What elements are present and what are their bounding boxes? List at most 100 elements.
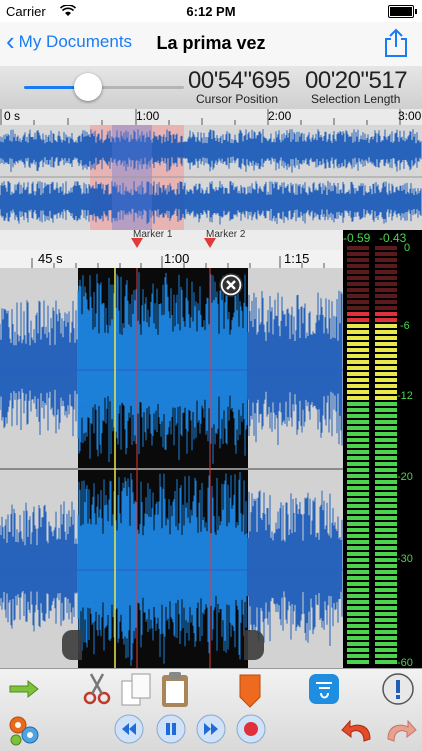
meter-segment bbox=[347, 396, 369, 400]
meter-segment bbox=[375, 642, 397, 646]
meter-segment bbox=[375, 624, 397, 628]
cursor-position-value: 00'54"695 bbox=[188, 67, 291, 94]
marker-2-flag-icon[interactable] bbox=[204, 238, 216, 248]
meter-segment bbox=[347, 306, 369, 310]
marker-strip: Marker 1 Marker 2 bbox=[0, 229, 343, 250]
main-tick-label: 1:00 bbox=[164, 251, 190, 266]
meter-segment bbox=[347, 450, 369, 454]
meter-segment bbox=[375, 372, 397, 376]
meter-segment bbox=[347, 594, 369, 598]
meter-segment bbox=[347, 426, 369, 430]
meter-segment bbox=[375, 264, 397, 268]
meter-segment bbox=[375, 468, 397, 472]
marker-1-flag-icon[interactable] bbox=[131, 238, 143, 248]
overview-tick-label: 3:00 bbox=[398, 109, 422, 123]
meter-segment bbox=[347, 480, 369, 484]
meter-segment bbox=[347, 468, 369, 472]
bottom-toolbar bbox=[0, 668, 422, 751]
meter-segment bbox=[375, 486, 397, 490]
meter-segment bbox=[347, 630, 369, 634]
meter-segment bbox=[347, 252, 369, 256]
fast-forward-icon[interactable] bbox=[196, 714, 226, 744]
overview-tick-label: 2:00 bbox=[268, 109, 292, 123]
meter-segment bbox=[375, 444, 397, 448]
meter-segment bbox=[375, 630, 397, 634]
meter-segment bbox=[375, 456, 397, 460]
settings-gears-icon[interactable] bbox=[6, 713, 42, 747]
pause-icon[interactable] bbox=[156, 714, 186, 744]
meter-segment bbox=[347, 510, 369, 514]
record-icon[interactable] bbox=[236, 714, 266, 744]
battery-icon bbox=[388, 5, 417, 18]
info-icon[interactable] bbox=[382, 673, 414, 705]
meter-segment bbox=[375, 474, 397, 478]
meter-segment bbox=[347, 576, 369, 580]
meter-segment bbox=[347, 444, 369, 448]
meter-segment bbox=[347, 258, 369, 262]
main-time-ruler: 45 s 1:00 1:15 bbox=[0, 250, 343, 269]
meter-segment bbox=[375, 504, 397, 508]
meter-segment bbox=[347, 522, 369, 526]
overview-waveform[interactable] bbox=[0, 125, 422, 230]
meter-segment bbox=[375, 384, 397, 388]
meter-segment bbox=[375, 570, 397, 574]
meter-segment bbox=[375, 366, 397, 370]
meter-segment bbox=[375, 534, 397, 538]
meter-segment bbox=[347, 612, 369, 616]
paste-icon[interactable] bbox=[160, 671, 190, 709]
meter-segment bbox=[375, 660, 397, 664]
arrow-right-icon[interactable] bbox=[8, 679, 40, 699]
selection-end-handle[interactable] bbox=[244, 630, 264, 660]
meter-segment bbox=[347, 606, 369, 610]
meter-segment bbox=[375, 600, 397, 604]
meter-segment bbox=[375, 492, 397, 496]
meter-segment bbox=[347, 378, 369, 382]
meter-segment bbox=[375, 348, 397, 352]
meter-segment bbox=[375, 522, 397, 526]
selection-start-handle[interactable] bbox=[62, 630, 82, 660]
meter-segment bbox=[375, 396, 397, 400]
marker-icon[interactable] bbox=[238, 673, 262, 709]
meter-segment bbox=[347, 432, 369, 436]
meter-segment bbox=[347, 600, 369, 604]
redo-icon[interactable] bbox=[380, 715, 418, 745]
undo-icon[interactable] bbox=[340, 715, 378, 745]
close-selection-icon[interactable] bbox=[219, 273, 243, 297]
rewind-icon[interactable] bbox=[114, 714, 144, 744]
scissors-icon[interactable] bbox=[82, 672, 112, 706]
meter-segment bbox=[375, 342, 397, 346]
share-icon[interactable] bbox=[382, 28, 410, 58]
selection-length-label: Selection Length bbox=[311, 92, 401, 106]
meter-segment bbox=[347, 312, 369, 316]
meter-segment bbox=[347, 558, 369, 562]
meter-segment bbox=[347, 408, 369, 412]
meter-segment bbox=[375, 294, 397, 298]
meter-segment bbox=[375, 618, 397, 622]
meter-segment bbox=[375, 306, 397, 310]
meter-segment bbox=[375, 648, 397, 652]
meter-segment bbox=[347, 534, 369, 538]
meter-segment bbox=[375, 582, 397, 586]
main-tick-label: 1:15 bbox=[284, 251, 310, 266]
meter-scale-label: -6 bbox=[400, 320, 410, 332]
meter-segment bbox=[375, 252, 397, 256]
meter-segment bbox=[375, 636, 397, 640]
meter-segment bbox=[375, 432, 397, 436]
meter-segment bbox=[347, 438, 369, 442]
copy-icon[interactable] bbox=[120, 671, 154, 709]
meter-segment bbox=[375, 612, 397, 616]
meter-segment bbox=[347, 342, 369, 346]
overview-waveform-graphic bbox=[0, 125, 422, 230]
overview-ruler-ticks bbox=[0, 109, 401, 125]
effects-icon[interactable] bbox=[308, 673, 340, 705]
meter-segment bbox=[347, 336, 369, 340]
meter-segment bbox=[375, 558, 397, 562]
meter-scale-label: -30 bbox=[397, 553, 413, 565]
zoom-slider-knob[interactable] bbox=[74, 73, 102, 101]
meter-segment bbox=[375, 414, 397, 418]
meter-segment bbox=[347, 330, 369, 334]
meter-segment bbox=[375, 408, 397, 412]
main-waveform-editor[interactable] bbox=[0, 268, 343, 668]
meter-segment bbox=[375, 540, 397, 544]
meter-segment bbox=[347, 318, 369, 322]
